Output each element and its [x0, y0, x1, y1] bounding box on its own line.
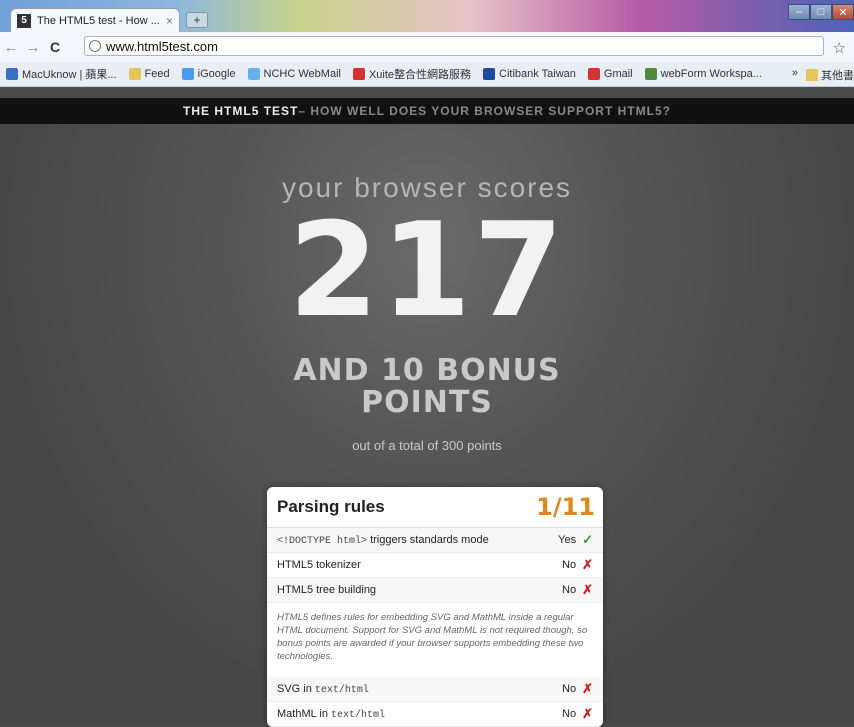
browser-tab[interactable]: 5 The HTML5 test - How ... × — [10, 8, 180, 32]
card-score: 1/11 — [536, 493, 595, 521]
gmail-icon — [587, 68, 600, 80]
bonus-line-1: AND 10 BONUS — [293, 353, 561, 388]
test-row: <!DOCTYPE html> triggers standards mode … — [267, 528, 603, 553]
total-points-note: out of a total of 300 points — [352, 438, 502, 453]
bookmark-icon — [644, 68, 657, 80]
test-label: HTML5 tree building — [277, 584, 377, 596]
site-header-title[interactable]: THE HTML5 TEST — [183, 104, 298, 118]
other-bookmarks[interactable]: 其他書 — [806, 67, 854, 83]
bookmark-item[interactable]: Xuite整合性網路服務 — [352, 66, 472, 82]
test-result: No ✗ — [562, 557, 593, 573]
bookmark-icon — [181, 68, 194, 80]
test-text: triggers standards mode — [367, 533, 489, 546]
test-text: MathML in — [277, 707, 332, 720]
back-button[interactable]: ← — [0, 39, 22, 56]
check-icon: ✓ — [582, 532, 593, 547]
bookmark-icon — [483, 68, 496, 80]
bookmark-label: iGoogle — [197, 68, 236, 80]
test-row: SVG in text/html No ✗ — [267, 677, 603, 702]
bookmark-label: Xuite整合性網路服務 — [368, 69, 472, 81]
test-label: MathML in text/html — [277, 708, 385, 721]
window-titlebar: 5 The HTML5 test - How ... × + – □ ✕ — [0, 0, 854, 32]
bookmark-icon — [352, 68, 365, 80]
bookmark-icon — [6, 68, 18, 80]
tab-title: The HTML5 test - How ... — [37, 14, 160, 27]
window-controls: – □ ✕ — [788, 4, 854, 20]
test-result: Yes ✓ — [558, 532, 593, 548]
bookmark-label: NCHC WebMail — [263, 68, 341, 80]
cross-icon: ✗ — [582, 681, 593, 696]
maximize-button[interactable]: □ — [810, 4, 832, 20]
test-label: SVG in text/html — [277, 683, 369, 696]
parsing-rules-card: Parsing rules 1/11 <!DOCTYPE html> trigg… — [267, 487, 603, 727]
result-text: Yes — [558, 534, 577, 546]
bookmark-item[interactable]: Gmail — [587, 68, 633, 80]
bookmarks-bar: MacUknow | 蘋果... Feed iGoogle NCHC WebMa… — [0, 62, 854, 87]
reload-button[interactable]: C — [44, 39, 66, 55]
bookmark-star-icon[interactable]: ☆ — [833, 39, 846, 57]
bookmark-item[interactable]: Feed — [128, 68, 170, 80]
bookmark-label: Citibank Taiwan — [499, 68, 576, 80]
test-row: HTML5 tokenizer No ✗ — [267, 553, 603, 578]
cross-icon: ✗ — [582, 557, 593, 572]
address-bar[interactable]: www.html5test.com — [84, 36, 824, 56]
site-header-tagline: – HOW WELL DOES YOUR BROWSER SUPPORT HTM… — [298, 104, 671, 118]
bookmark-item[interactable]: NCHC WebMail — [247, 68, 341, 80]
folder-icon — [128, 68, 141, 80]
forward-button[interactable]: → — [22, 39, 44, 56]
embedding-note: HTML5 defines rules for embedding SVG an… — [277, 612, 588, 662]
bookmark-label: Gmail — [603, 68, 633, 80]
test-code: text/html — [314, 684, 369, 696]
html5test-favicon-icon: 5 — [17, 13, 31, 28]
test-result: No ✗ — [562, 681, 593, 697]
new-tab-button[interactable]: + — [186, 12, 208, 28]
result-text: No — [562, 683, 577, 695]
test-row: HTML5 tree building No ✗ — [267, 578, 603, 603]
test-code: <!DOCTYPE html> — [277, 535, 368, 547]
test-result: No ✗ — [562, 582, 593, 598]
bonus-points: AND 10 BONUS POINTS — [0, 355, 854, 419]
bookmark-label: MacUknow | 蘋果... — [22, 69, 117, 81]
cross-icon: ✗ — [582, 706, 593, 721]
bonus-line-2: POINTS — [361, 385, 493, 420]
test-label: <!DOCTYPE html> triggers standards mode — [277, 534, 489, 547]
folder-icon — [806, 69, 818, 81]
card-header: Parsing rules 1/11 — [267, 487, 603, 528]
browser-toolbar: ← → C www.html5test.com ☆ — [0, 32, 854, 63]
tab-close-icon[interactable]: × — [166, 14, 173, 28]
globe-icon — [89, 40, 101, 52]
test-text: SVG in — [277, 682, 315, 695]
test-row: MathML in text/html No ✗ — [267, 702, 603, 727]
cross-icon: ✗ — [582, 582, 593, 597]
bookmark-item[interactable]: iGoogle — [181, 68, 236, 80]
bookmarks-overflow-icon[interactable]: » — [792, 67, 798, 79]
card-title: Parsing rules — [277, 497, 385, 516]
result-text: No — [562, 559, 577, 571]
minimize-button[interactable]: – — [788, 4, 810, 20]
test-code: text/html — [331, 709, 386, 721]
bookmark-item[interactable]: MacUknow | 蘋果... — [6, 66, 117, 82]
site-header: THE HTML5 TEST – HOW WELL DOES YOUR BROW… — [0, 98, 854, 124]
result-text: No — [562, 584, 577, 596]
bookmark-item[interactable]: webForm Workspa... — [644, 68, 762, 80]
test-label: HTML5 tokenizer — [277, 559, 361, 571]
total-score: 217 — [288, 194, 566, 346]
bookmark-label: Feed — [144, 68, 170, 80]
bookmark-label: webForm Workspa... — [660, 68, 762, 80]
result-text: No — [562, 708, 577, 720]
other-bookmarks-label: 其他書 — [821, 70, 854, 82]
close-window-button[interactable]: ✕ — [832, 4, 854, 20]
bookmark-item[interactable]: Citibank Taiwan — [483, 68, 576, 80]
bookmark-icon — [247, 68, 260, 80]
url-text: www.html5test.com — [106, 38, 218, 54]
test-result: No ✗ — [562, 706, 593, 722]
